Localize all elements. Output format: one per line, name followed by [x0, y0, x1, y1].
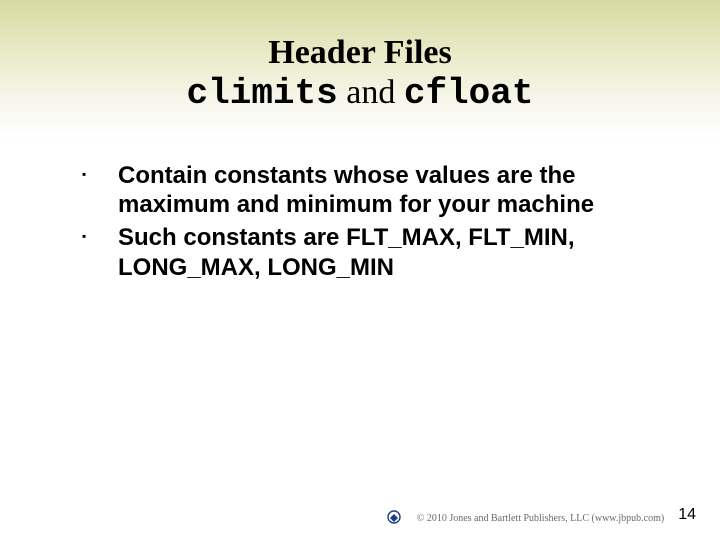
bullet-list: Contain constants whose values are the m… [82, 161, 650, 282]
title-line-1: Header Files [40, 34, 680, 71]
title-code-cfloat: cfloat [404, 73, 534, 114]
publisher-logo-icon [387, 510, 401, 524]
list-item: Contain constants whose values are the m… [82, 161, 650, 220]
slide: Header Files climits and cfloat Contain … [0, 0, 720, 540]
title-code-climits: climits [187, 73, 338, 114]
slide-title: Header Files climits and cfloat [40, 34, 680, 115]
slide-body: Contain constants whose values are the m… [40, 161, 680, 282]
copyright-text: © 2010 Jones and Bartlett Publishers, LL… [417, 513, 664, 524]
page-number: 14 [678, 506, 696, 524]
slide-footer: © 2010 Jones and Bartlett Publishers, LL… [387, 506, 696, 524]
title-line-2: climits and cfloat [40, 73, 680, 114]
list-item: Such constants are FLT_MAX, FLT_MIN, LON… [82, 223, 650, 282]
title-and: and [338, 74, 404, 111]
